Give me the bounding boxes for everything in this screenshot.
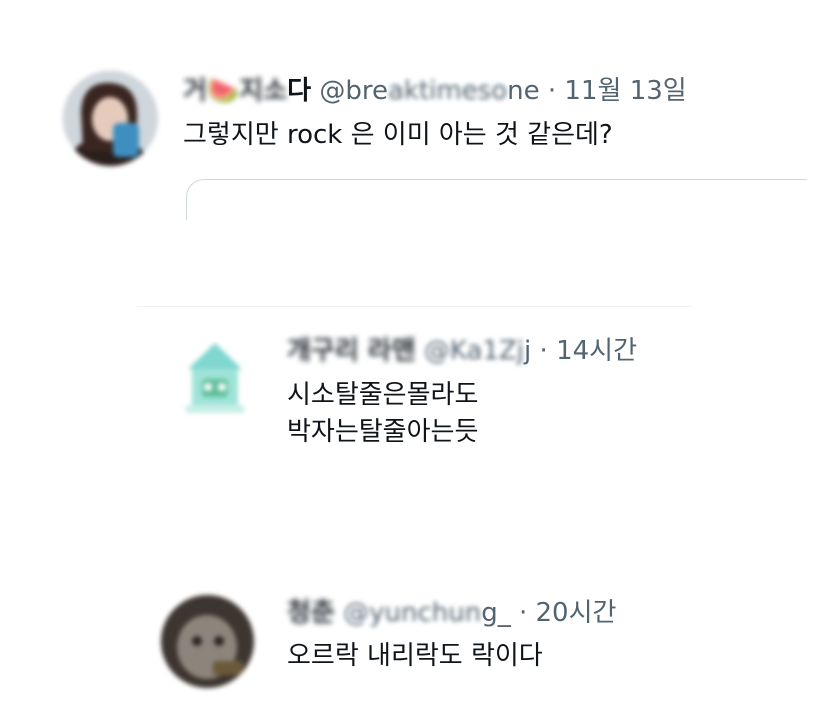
handle-blurred[interactable]: @Ka1Zj [424,336,524,366]
tweet-text-line: 시소탈줄은몰라도 [287,380,479,410]
tweet-3-header: 청춘 @yunchung_ · 20시간 [287,598,616,628]
handle-end[interactable]: g_ [481,598,511,628]
handle-blurred[interactable]: aktimeso [388,76,507,106]
timestamp[interactable]: 11월 13일 [564,76,686,106]
avatar-user-1[interactable] [63,71,158,166]
profile-photo-icon [63,71,158,166]
timestamp[interactable]: 14시간 [556,336,637,366]
display-name-blurred[interactable]: 청춘 [287,598,335,628]
display-name-visible[interactable]: 다 [287,76,311,106]
avatar-user-3[interactable] [161,595,254,688]
tweet-text-line: 오르락 내리락도 락이다 [287,641,543,671]
timestamp[interactable]: 20시간 [536,598,617,628]
separator-dot: · [539,76,565,106]
divider [137,306,692,307]
display-name-blurred[interactable]: 개구리 라맨 [287,336,416,366]
handle-start[interactable]: @bre [319,76,388,106]
handle-end[interactable]: ne [507,76,539,106]
tweet-text-line: 박자는탈줄아는듯 [287,417,479,447]
tweet-2-text: 시소탈줄은몰라도 박자는탈줄아는듯 [287,377,478,451]
separator-dot: · [510,598,536,628]
avatar-user-2[interactable] [178,333,252,419]
profile-photo-icon [161,595,254,688]
frog-house-icon [178,333,252,419]
tweet-1-header: 거🍉지소다 @breaktimesone · 11월 13일 [183,76,687,106]
quoted-tweet-card-edge[interactable] [186,179,807,220]
display-name-blurred[interactable]: 거🍉지소 [183,76,287,106]
separator-dot: · [531,336,557,366]
tweet-3-text: 오르락 내리락도 락이다 [287,638,543,675]
tweet-2-header: 개구리 라맨 @Ka1Zjj · 14시간 [287,336,637,366]
handle-blurred[interactable]: @yunchun [343,598,481,628]
tweet-1-text: 그렇지만 rock 은 이미 아는 것 같은데? [183,117,613,154]
tweet-text-line: 그렇지만 rock 은 이미 아는 것 같은데? [183,120,613,150]
